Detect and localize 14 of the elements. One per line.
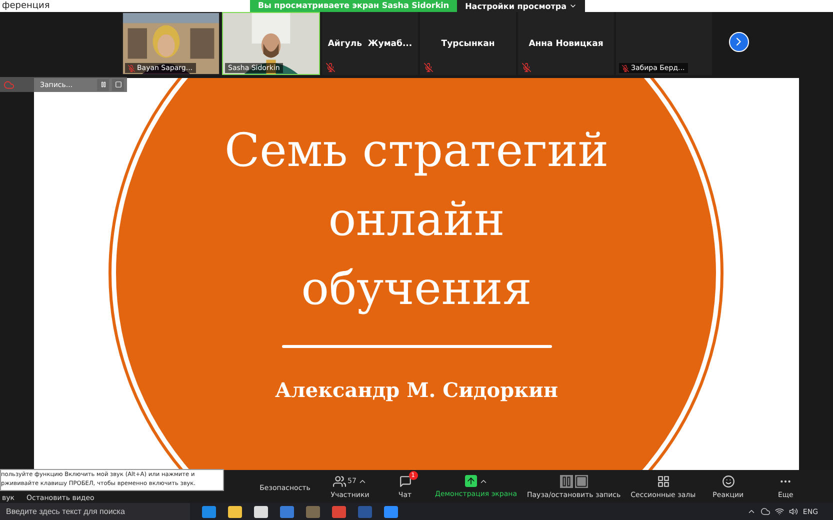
- share-banner: Вы просматриваете экран Sasha Sidorkin: [250, 0, 458, 12]
- window-title: ференция: [1, 1, 50, 11]
- participant-name: Турсынкан: [441, 38, 495, 48]
- view-settings-button[interactable]: Настройки просмотра: [457, 0, 585, 12]
- slide-title: онлайн: [328, 191, 505, 248]
- participant-name: Айгуль Жумаб...: [328, 38, 412, 48]
- participant-name: Анна Новицкая: [528, 38, 604, 48]
- slide-title: Семь стратегий: [224, 122, 609, 179]
- participant-tile[interactable]: Айгуль Жумаб...: [322, 12, 418, 75]
- participant-tile[interactable]: Турсынкан: [420, 12, 516, 75]
- search-field[interactable]: Введите здесь текст для поиска: [0, 503, 190, 520]
- participant-tile[interactable]: Анна Новицкая: [518, 12, 614, 75]
- slide-author: Александр М. Сидоркин: [275, 378, 558, 402]
- slide-title: обучения: [301, 260, 532, 317]
